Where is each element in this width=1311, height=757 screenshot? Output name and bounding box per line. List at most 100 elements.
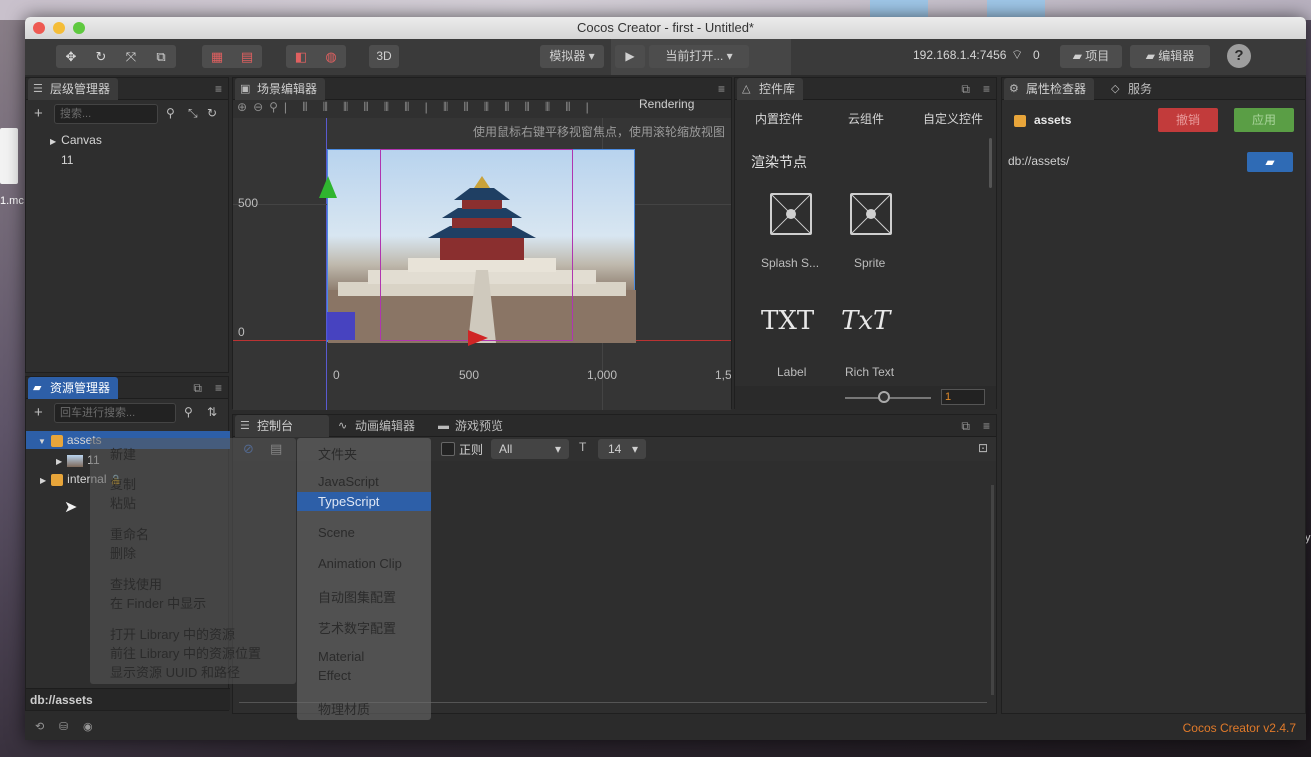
submenu-item-javascript[interactable]: JavaScript xyxy=(318,474,379,489)
scene-viewport[interactable]: 使用鼠标右键平移视窗焦点，使用滚轮缩放视图 500 0 0 500 1,000 … xyxy=(233,118,731,410)
eye-icon[interactable]: ◉ xyxy=(83,720,93,733)
popout-icon[interactable]: ⧉ xyxy=(961,419,970,434)
submenu-item-animation-clip[interactable]: Animation Clip xyxy=(318,556,402,571)
log-filter-select[interactable]: All ▾ xyxy=(491,439,569,459)
tab-custom-widgets[interactable]: 自定义控件 xyxy=(923,110,983,127)
submenu-item-label-atlas[interactable]: 艺术数字配置 xyxy=(318,618,396,637)
desktop-file-icon[interactable] xyxy=(0,128,18,184)
menu-item-new[interactable]: 新建 xyxy=(110,444,136,463)
tab-scene[interactable]: ▣ 场景编辑器 xyxy=(235,78,326,100)
search-icon[interactable]: ⚲ xyxy=(166,106,175,120)
label-icon[interactable]: TXT xyxy=(761,306,814,336)
database-icon[interactable]: ⛁ xyxy=(59,720,68,733)
assets-search-input[interactable]: 回车进行搜索... xyxy=(54,403,176,423)
help-button[interactable]: ? xyxy=(1227,44,1251,68)
menu-item-paste[interactable]: 粘贴 xyxy=(110,493,136,512)
close-window-button[interactable] xyxy=(33,22,45,34)
submenu-item-auto-atlas[interactable]: 自动图集配置 xyxy=(318,587,396,606)
panel-menu-icon[interactable]: ≡ xyxy=(215,82,222,96)
simulator-select[interactable]: 模拟器 ▾ xyxy=(540,45,604,68)
tab-hierarchy[interactable]: ☰ 层级管理器 xyxy=(28,78,119,100)
submenu-item-effect[interactable]: Effect xyxy=(318,668,351,683)
play-button[interactable]: ▶ xyxy=(615,45,645,68)
search-icon[interactable]: ⚲ xyxy=(184,405,193,419)
font-size-select[interactable]: 14 ▾ xyxy=(598,439,646,459)
add-node-icon[interactable]: + xyxy=(34,105,43,122)
tab-inspector[interactable]: ⚙ 属性检查器 xyxy=(1004,78,1095,100)
collapse-arrow-icon[interactable]: ▼ xyxy=(38,437,46,446)
menu-item-goto-library[interactable]: 前往 Library 中的资源位置 xyxy=(110,643,261,662)
tab-console[interactable]: ☰ 控制台 xyxy=(235,415,329,437)
refresh-status-icon[interactable]: ⟲ xyxy=(35,720,44,733)
submenu-item-physics-material[interactable]: 物理材质 xyxy=(318,699,370,718)
menu-item-show-in-finder[interactable]: 在 Finder 中显示 xyxy=(110,593,206,612)
global-space-icon[interactable]: ◍ xyxy=(316,45,346,68)
menu-item-copy[interactable]: 复制 xyxy=(110,474,136,493)
hierarchy-search-input[interactable]: 搜索... xyxy=(54,104,158,124)
tab-services[interactable]: ◇ 服务 xyxy=(1106,78,1160,100)
tab-builtin-widgets[interactable]: 内置控件 xyxy=(755,110,803,127)
popout-icon[interactable]: ⧉ xyxy=(961,82,970,97)
panel-menu-icon[interactable]: ≡ xyxy=(718,82,725,96)
center-icon[interactable]: ▤ xyxy=(232,45,262,68)
move-tool-icon[interactable]: ✥ xyxy=(56,45,86,68)
collapse-icon[interactable]: ⤡ xyxy=(188,106,198,121)
open-folder-button[interactable]: ▰ xyxy=(1247,152,1293,172)
expand-arrow-icon[interactable]: ▶ xyxy=(40,476,46,485)
zoom-reset-icon[interactable]: ⚲ xyxy=(269,100,284,114)
rect-tool-icon[interactable]: ⧉ xyxy=(146,45,176,68)
rendering-select[interactable]: Rendering xyxy=(639,97,694,111)
scale-tool-icon[interactable]: ⤧ xyxy=(116,45,146,68)
submenu-item-typescript[interactable]: TypeScript xyxy=(318,494,379,509)
submenu-item-material[interactable]: Material xyxy=(318,649,364,664)
panel-menu-icon[interactable]: ≡ xyxy=(983,419,990,433)
x-axis-arrow-icon[interactable] xyxy=(468,330,488,346)
submenu-item-folder[interactable]: 文件夹 xyxy=(318,444,357,463)
splash-sprite-icon[interactable] xyxy=(770,193,812,235)
tab-assets[interactable]: ▰ 资源管理器 xyxy=(28,377,119,399)
zoom-window-button[interactable] xyxy=(73,22,85,34)
scrollbar[interactable] xyxy=(991,485,994,695)
menu-item-open-library[interactable]: 打开 Library 中的资源 xyxy=(110,624,235,643)
expand-arrow-icon[interactable]: ▶ xyxy=(56,457,62,466)
zoom-in-icon[interactable]: ⊕ xyxy=(237,100,253,114)
menu-item-delete[interactable]: 删除 xyxy=(110,543,136,562)
tab-game-preview[interactable]: ▬ 游戏预览 xyxy=(433,415,511,437)
submenu-item-scene[interactable]: Scene xyxy=(318,525,355,540)
sprite-icon[interactable] xyxy=(850,193,892,235)
zoom-out-icon[interactable]: ⊖ xyxy=(253,100,269,114)
refresh-icon[interactable]: ↻ xyxy=(207,106,217,120)
add-asset-icon[interactable]: + xyxy=(34,404,43,421)
collapse-console-icon[interactable]: ⊡ xyxy=(978,441,988,455)
revert-button[interactable]: 撤销 xyxy=(1158,108,1218,132)
toggle-3d-button[interactable]: 3D xyxy=(369,45,399,68)
tab-widget-library[interactable]: △ 控件库 xyxy=(737,78,804,100)
panel-menu-icon[interactable]: ≡ xyxy=(215,381,222,395)
minimize-window-button[interactable] xyxy=(53,22,65,34)
tree-item-canvas[interactable]: ▶ Canvas xyxy=(50,131,102,149)
zoom-value-input[interactable]: 1 xyxy=(941,389,985,405)
apply-button[interactable]: 应用 xyxy=(1234,108,1294,132)
menu-item-find-usage[interactable]: 查找使用 xyxy=(110,574,162,593)
origin-handle[interactable] xyxy=(327,312,355,340)
tab-cloud-components[interactable]: 云组件 xyxy=(848,110,884,127)
tree-item-node[interactable]: 11 xyxy=(61,151,73,169)
pivot-icon[interactable]: ▦ xyxy=(202,45,232,68)
sort-icon[interactable]: ⇅ xyxy=(207,405,217,419)
popout-icon[interactable]: ⧉ xyxy=(193,381,202,396)
local-space-icon[interactable]: ◧ xyxy=(286,45,316,68)
open-editor-button[interactable]: ▰ 编辑器 xyxy=(1130,45,1210,68)
regex-checkbox[interactable] xyxy=(441,442,455,456)
rich-text-icon[interactable]: TxT xyxy=(841,306,890,336)
rotate-tool-icon[interactable]: ↻ xyxy=(86,45,116,68)
expand-arrow-icon[interactable]: ▶ xyxy=(50,137,56,146)
menu-item-show-uuid[interactable]: 显示资源 UUID 和路径 xyxy=(110,662,240,681)
panel-menu-icon[interactable]: ≡ xyxy=(983,82,990,96)
menu-item-rename[interactable]: 重命名 xyxy=(110,524,149,543)
preview-target-select[interactable]: 当前打开... ▾ xyxy=(649,45,749,68)
y-axis-arrow-icon[interactable] xyxy=(319,176,337,198)
zoom-slider-handle[interactable] xyxy=(878,391,890,403)
tab-animation-editor[interactable]: ∿ 动画编辑器 xyxy=(333,415,423,437)
scrollbar[interactable] xyxy=(989,138,992,188)
open-project-button[interactable]: ▰ 项目 xyxy=(1060,45,1122,68)
